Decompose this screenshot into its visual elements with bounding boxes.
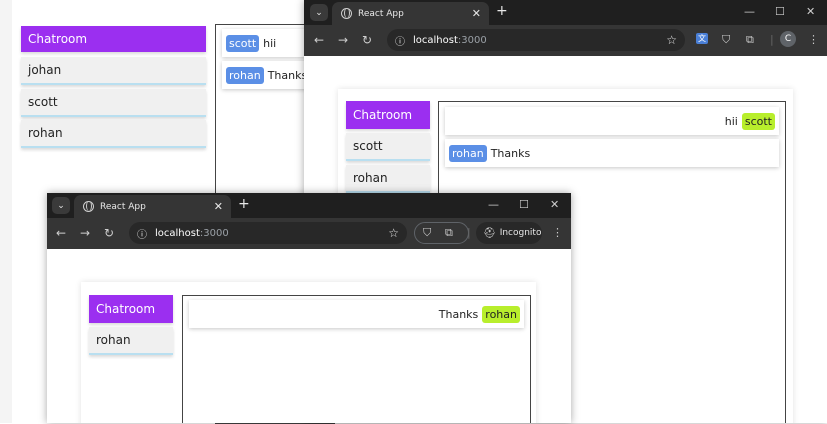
back-icon[interactable]: ← bbox=[314, 33, 324, 47]
message-text: Thanks bbox=[490, 146, 531, 160]
translate-icon[interactable]: 文 bbox=[696, 33, 708, 44]
maximize-icon[interactable]: ☐ bbox=[775, 5, 785, 18]
bookmark-star-icon[interactable]: ☆ bbox=[666, 33, 677, 47]
incognito-label: Incognito bbox=[499, 228, 542, 238]
tab-search-button[interactable]: ⌄ bbox=[310, 4, 328, 21]
page-content: Chatroom rohan Thanks rohan bbox=[47, 249, 571, 423]
sidebar-item-rohan[interactable]: rohan bbox=[346, 165, 430, 193]
back-icon[interactable]: ← bbox=[56, 226, 66, 240]
browser-toolbar: ← → ↻ ⓘ localhost:3000 ☆ ⛉ ⧉ | ⛑ Incogni… bbox=[47, 218, 571, 249]
sidebar-item-label: johan bbox=[28, 63, 62, 77]
sidebar-item-label: scott bbox=[353, 139, 383, 153]
browser-window-front: ⌄ React App ✕ + — ☐ ✕ ← → ↻ ⓘ localhost:… bbox=[47, 193, 571, 423]
close-icon[interactable]: ✕ bbox=[214, 200, 223, 213]
sidebar-item-rohan[interactable]: rohan bbox=[89, 327, 173, 355]
url-host: localhost bbox=[413, 34, 458, 46]
maximize-icon[interactable]: ☐ bbox=[519, 198, 529, 211]
message-text: hii bbox=[724, 114, 738, 128]
toolbar-divider: | bbox=[467, 226, 471, 239]
extensions-icon[interactable]: ⧉ bbox=[746, 33, 754, 47]
tab-title: React App bbox=[358, 8, 404, 19]
menu-kebab-icon[interactable]: ⋮ bbox=[552, 226, 563, 239]
tab-react-app[interactable]: React App ✕ bbox=[332, 2, 489, 25]
profile-avatar[interactable]: C bbox=[780, 31, 796, 47]
chatroom-header-label: Chatroom bbox=[353, 108, 413, 122]
window-close-icon[interactable]: ✕ bbox=[806, 5, 815, 18]
message-row-own: hii scott bbox=[445, 107, 779, 135]
chatroom-header-label: Chatroom bbox=[28, 32, 88, 46]
address-bar[interactable]: ⓘ localhost:3000 ☆ bbox=[387, 29, 685, 51]
new-tab-button[interactable]: + bbox=[496, 3, 508, 19]
url-port: :3000 bbox=[199, 227, 229, 239]
globe-icon bbox=[341, 8, 352, 19]
site-info-icon[interactable]: ⓘ bbox=[395, 33, 405, 48]
extensions-icon[interactable]: ⧉ bbox=[445, 226, 453, 240]
tab-strip: ⌄ React App ✕ + — ☐ ✕ bbox=[47, 193, 571, 218]
sidebar-item-johan[interactable]: johan bbox=[21, 57, 206, 85]
browser-toolbar: ← → ↻ ⓘ localhost:3000 ☆ 文 ⛉ ⧉ | C ⋮ bbox=[304, 25, 827, 56]
site-info-icon[interactable]: ⓘ bbox=[137, 226, 147, 241]
reload-icon[interactable]: ↻ bbox=[104, 226, 114, 240]
incognito-icon: ⛑ bbox=[483, 227, 496, 239]
sender-badge: rohan bbox=[226, 66, 264, 84]
minimize-icon[interactable]: — bbox=[488, 198, 499, 211]
chatroom-header: Chatroom bbox=[89, 295, 173, 323]
bookmark-star-icon[interactable]: ☆ bbox=[388, 226, 399, 240]
message-text: hii bbox=[263, 36, 277, 50]
url-port: :3000 bbox=[457, 34, 487, 46]
forward-icon[interactable]: → bbox=[80, 226, 90, 240]
globe-icon bbox=[83, 201, 94, 212]
sender-badge: scott bbox=[741, 112, 775, 130]
shield-icon[interactable]: ⛉ bbox=[722, 33, 730, 47]
message-row: rohan Thanks bbox=[445, 139, 779, 167]
avatar-letter: C bbox=[784, 34, 792, 44]
chatroom-header: Chatroom bbox=[21, 26, 206, 52]
sender-badge: scott bbox=[226, 34, 260, 52]
shield-icon[interactable]: ⛉ bbox=[423, 226, 431, 240]
minimize-icon[interactable]: — bbox=[744, 5, 755, 18]
chatroom-header: Chatroom bbox=[346, 101, 430, 129]
sidebar-item-label: rohan bbox=[28, 126, 63, 140]
sidebar-item-rohan[interactable]: rohan bbox=[21, 120, 206, 148]
tab-strip: ⌄ React App ✕ + — ☐ ✕ bbox=[304, 0, 827, 25]
reload-icon[interactable]: ↻ bbox=[362, 33, 372, 47]
message-text: Thanks bbox=[438, 307, 479, 321]
menu-kebab-icon[interactable]: ⋮ bbox=[808, 33, 819, 46]
address-bar[interactable]: ⓘ localhost:3000 ☆ bbox=[129, 222, 407, 244]
chatroom-header-label: Chatroom bbox=[96, 302, 156, 316]
message-text: Thanks bbox=[267, 68, 308, 82]
tab-title: React App bbox=[100, 201, 146, 212]
tab-search-button[interactable]: ⌄ bbox=[52, 197, 70, 214]
close-icon[interactable]: ✕ bbox=[472, 7, 481, 20]
extensions-group: ⛉ ⧉ bbox=[414, 222, 469, 244]
toolbar-divider: | bbox=[770, 33, 774, 46]
incognito-chip[interactable]: ⛑ Incognito bbox=[476, 222, 542, 244]
chevron-down-icon: ⌄ bbox=[57, 200, 65, 211]
tab-react-app[interactable]: React App ✕ bbox=[74, 195, 231, 218]
sidebar-item-scott[interactable]: scott bbox=[346, 133, 430, 161]
window-close-icon[interactable]: ✕ bbox=[550, 198, 559, 211]
sidebar-item-label: rohan bbox=[353, 171, 388, 185]
sidebar-item-label: scott bbox=[28, 95, 58, 109]
sidebar-item-label: rohan bbox=[96, 333, 131, 347]
url-host: localhost bbox=[155, 227, 200, 239]
sender-badge: rohan bbox=[449, 144, 487, 162]
sidebar-item-scott[interactable]: scott bbox=[21, 89, 206, 117]
left-edge bbox=[0, 0, 12, 423]
sender-badge: rohan bbox=[482, 305, 520, 323]
new-tab-button[interactable]: + bbox=[238, 196, 250, 212]
forward-icon[interactable]: → bbox=[338, 33, 348, 47]
message-row-own: Thanks rohan bbox=[189, 300, 524, 328]
chevron-down-icon: ⌄ bbox=[315, 7, 323, 18]
chat-panel: Thanks rohan bbox=[182, 295, 531, 423]
